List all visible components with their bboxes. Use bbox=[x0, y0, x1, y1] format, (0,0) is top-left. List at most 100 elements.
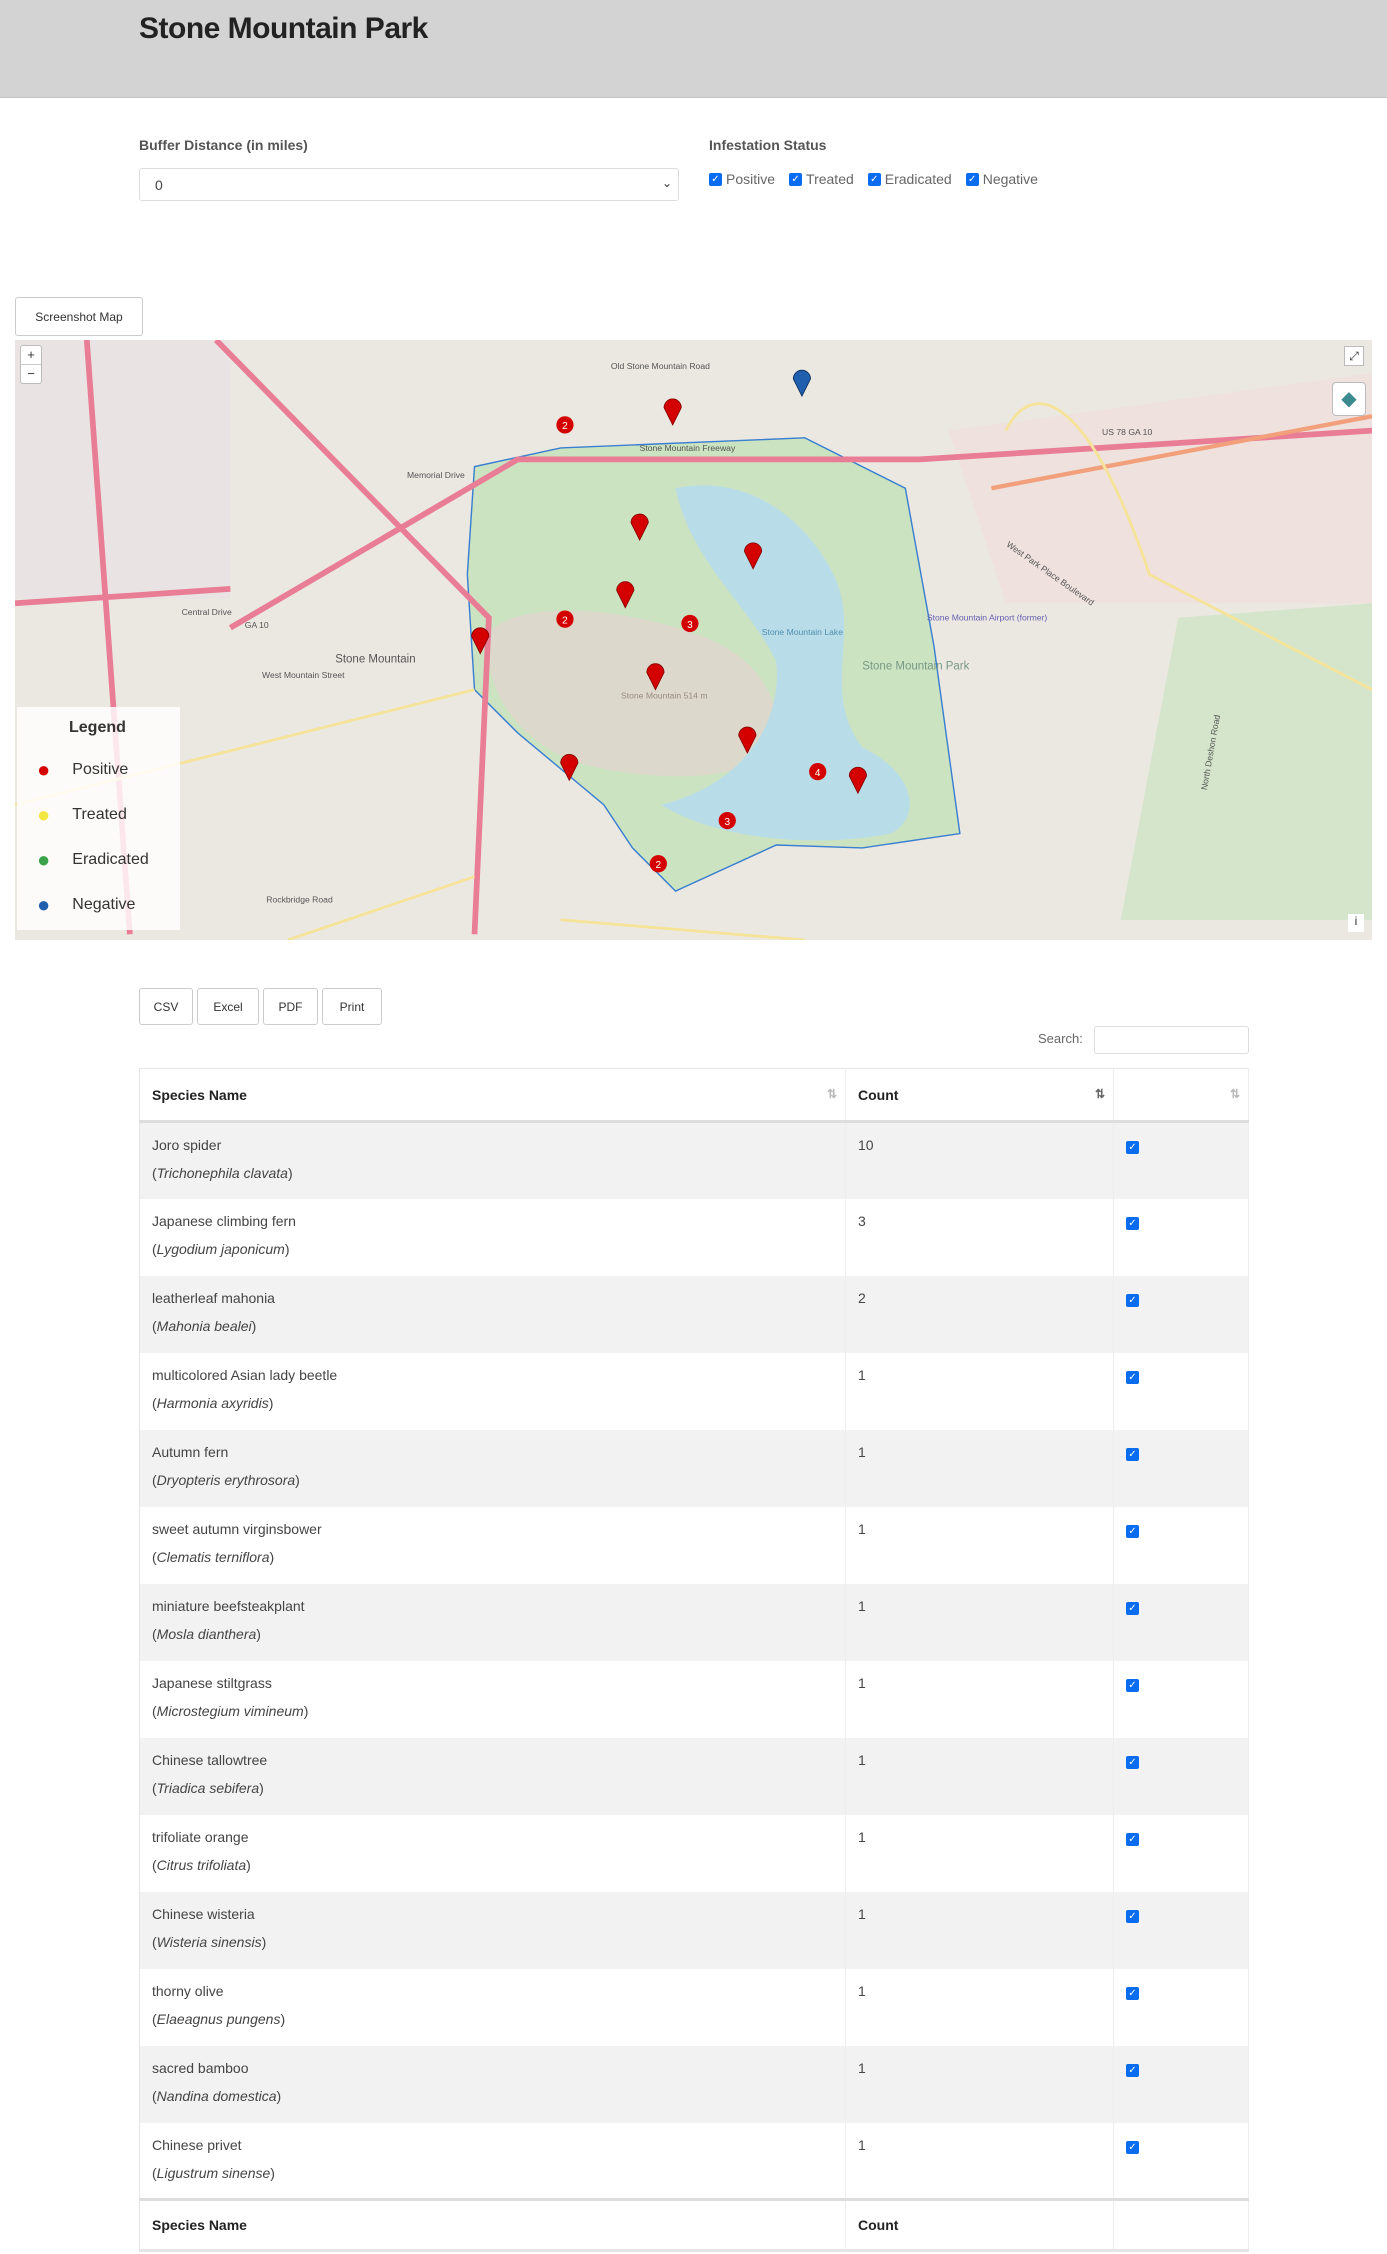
species-cell: sacred bamboo (Nandina domestica) bbox=[139, 2045, 846, 2123]
column-header-count[interactable]: Count ⇅ bbox=[845, 1068, 1114, 1123]
count-cell: 1 bbox=[845, 1429, 1114, 1507]
cluster-count[interactable]: 4 bbox=[815, 768, 821, 779]
row-checkbox[interactable]: ✓ bbox=[1126, 1832, 1139, 1846]
pdf-button[interactable]: PDF bbox=[263, 988, 318, 1025]
common-name: sweet autumn virginsbower bbox=[152, 1520, 322, 1537]
select-cell: ✓ bbox=[1113, 1121, 1249, 1199]
status-treated[interactable]: ✓ Treated bbox=[789, 171, 854, 187]
table-row: trifoliate orange (Citrus trifoliata) 1 ✓ bbox=[139, 1814, 1249, 1892]
footer-count: Count bbox=[845, 2198, 1114, 2252]
csv-button[interactable]: CSV bbox=[139, 988, 193, 1025]
scientific-name: (Lygodium japonicum) bbox=[152, 1240, 290, 1257]
status-label: Eradicated bbox=[884, 171, 952, 187]
page-title: Stone Mountain Park bbox=[139, 12, 428, 45]
table-row: leatherleaf mahonia (Mahonia bealei) 2 ✓ bbox=[139, 1275, 1249, 1353]
scientific-name: (Clematis terniflora) bbox=[152, 1548, 275, 1565]
status-label: Positive bbox=[726, 171, 776, 187]
map-label: Rockbridge Road bbox=[266, 895, 333, 905]
page-header: Stone Mountain Park bbox=[0, 0, 1387, 98]
scientific-name-text: Dryopteris erythrosora bbox=[156, 1471, 296, 1488]
species-cell: thorny olive (Elaeagnus pungens) bbox=[139, 1968, 846, 2046]
footer-species: Species Name bbox=[139, 2198, 846, 2252]
count-cell: 10 bbox=[845, 1121, 1114, 1199]
table-row: thorny olive (Elaeagnus pungens) 1 ✓ bbox=[139, 1968, 1249, 2046]
row-checkbox[interactable]: ✓ bbox=[1126, 2063, 1139, 2077]
row-checkbox[interactable]: ✓ bbox=[1126, 1370, 1139, 1384]
screenshot-map-button[interactable]: Screenshot Map bbox=[15, 297, 143, 336]
checkbox-positive[interactable]: ✓ bbox=[709, 172, 722, 186]
excel-button[interactable]: Excel bbox=[197, 988, 259, 1025]
checkbox-eradicated[interactable]: ✓ bbox=[867, 172, 881, 186]
row-checkbox[interactable]: ✓ bbox=[1126, 1141, 1139, 1154]
common-name: miniature beefsteakplant bbox=[152, 1597, 305, 1614]
marker-blue-icon: ● bbox=[37, 892, 51, 917]
status-negative[interactable]: ✓ Negative bbox=[965, 171, 1038, 187]
species-cell: Chinese wisteria (Wisteria sinensis) bbox=[139, 1891, 846, 1969]
row-checkbox[interactable]: ✓ bbox=[1126, 2140, 1139, 2154]
cluster-count[interactable]: 3 bbox=[724, 817, 730, 828]
common-name: trifoliate orange bbox=[152, 1828, 249, 1845]
status-eradicated[interactable]: ✓ Eradicated bbox=[867, 171, 952, 187]
common-name: multicolored Asian lady beetle bbox=[152, 1366, 338, 1383]
map[interactable]: 2 2 3 4 3 2 Old Stone Mountain Road Ston… bbox=[15, 340, 1372, 940]
map-label: Stone Mountain Park bbox=[862, 660, 969, 672]
map-label: Memorial Drive bbox=[407, 470, 465, 480]
common-name: Joro spider bbox=[152, 1137, 222, 1153]
row-checkbox[interactable]: ✓ bbox=[1126, 1447, 1139, 1461]
count-cell: 1 bbox=[845, 1737, 1114, 1815]
species-cell: Japanese stiltgrass (Microstegium vimineu… bbox=[139, 1660, 846, 1738]
common-name: Autumn fern bbox=[152, 1443, 229, 1460]
common-name: Chinese tallowtree bbox=[152, 1751, 268, 1768]
select-cell: ✓ bbox=[1113, 1891, 1249, 1969]
cluster-count[interactable]: 2 bbox=[562, 615, 568, 626]
checkbox-treated[interactable]: ✓ bbox=[789, 172, 803, 186]
scientific-name: (Harmonia axyridis) bbox=[152, 1394, 274, 1411]
species-cell: Chinese tallowtree (Triadica sebifera) bbox=[139, 1737, 846, 1815]
status-positive[interactable]: ✓ Positive bbox=[709, 171, 775, 187]
legend-item-negative: ● Negative bbox=[37, 892, 135, 918]
row-checkbox[interactable]: ✓ bbox=[1126, 1216, 1139, 1230]
row-checkbox[interactable]: ✓ bbox=[1126, 1601, 1139, 1615]
zoom-in-button[interactable]: + bbox=[21, 346, 41, 365]
scientific-name-text: Clematis terniflora bbox=[156, 1548, 270, 1565]
common-name: Japanese stiltgrass bbox=[152, 1674, 272, 1691]
common-name: sacred bamboo bbox=[152, 2059, 249, 2076]
scientific-name-text: Nandina domestica bbox=[156, 2087, 277, 2104]
legend-label: Negative bbox=[72, 896, 136, 913]
info-button[interactable]: i bbox=[1348, 914, 1364, 932]
cluster-count[interactable]: 2 bbox=[656, 860, 662, 871]
legend-label: Eradicated bbox=[72, 851, 149, 868]
table-row: miniature beefsteakplant (Mosla dianthera… bbox=[139, 1583, 1249, 1661]
row-checkbox[interactable]: ✓ bbox=[1126, 1678, 1139, 1692]
column-header-select[interactable]: ⇅ bbox=[1113, 1068, 1249, 1123]
buffer-distance-select[interactable]: 0 ⌄ bbox=[139, 168, 679, 201]
row-checkbox[interactable]: ✓ bbox=[1126, 1755, 1139, 1769]
row-checkbox[interactable]: ✓ bbox=[1126, 1293, 1139, 1307]
count-cell: 1 bbox=[845, 1968, 1114, 2046]
select-cell: ✓ bbox=[1113, 2045, 1249, 2123]
species-cell: Autumn fern (Dryopteris erythrosora) bbox=[139, 1429, 846, 1507]
table-row: Chinese privet (Ligustrum sinense) 1 ✓ bbox=[139, 2122, 1249, 2200]
scientific-name-text: Microstegium vimineum bbox=[156, 1702, 304, 1719]
checkbox-negative[interactable]: ✓ bbox=[965, 172, 979, 186]
cluster-count[interactable]: 2 bbox=[562, 421, 568, 432]
select-cell: ✓ bbox=[1113, 1198, 1249, 1276]
scientific-name-text: Mahonia bealei bbox=[156, 1317, 252, 1334]
row-checkbox[interactable]: ✓ bbox=[1126, 1909, 1139, 1923]
row-checkbox[interactable]: ✓ bbox=[1126, 1986, 1139, 2000]
column-header-species[interactable]: Species Name ⇅ bbox=[139, 1068, 846, 1123]
map-legend: Legend ● Positive ● Treated ● Eradicated ● N… bbox=[17, 707, 180, 930]
zoom-out-button[interactable]: − bbox=[21, 365, 41, 383]
cluster-count[interactable]: 3 bbox=[687, 620, 693, 631]
search-input[interactable] bbox=[1094, 1026, 1249, 1054]
expand-icon[interactable]: ⤢ bbox=[1344, 346, 1364, 366]
map-label: Stone Mountain Freeway bbox=[640, 443, 736, 453]
count-cell: 3 bbox=[845, 1198, 1114, 1276]
count-cell: 1 bbox=[845, 2045, 1114, 2123]
species-cell: miniature beefsteakplant (Mosla dianthera… bbox=[139, 1583, 846, 1661]
chevron-down-icon: ⌄ bbox=[661, 176, 672, 190]
row-checkbox[interactable]: ✓ bbox=[1126, 1524, 1139, 1538]
legend-item-treated: ● Treated bbox=[37, 802, 127, 828]
print-button[interactable]: Print bbox=[322, 988, 382, 1025]
layers-icon[interactable]: ◆ bbox=[1332, 382, 1366, 416]
